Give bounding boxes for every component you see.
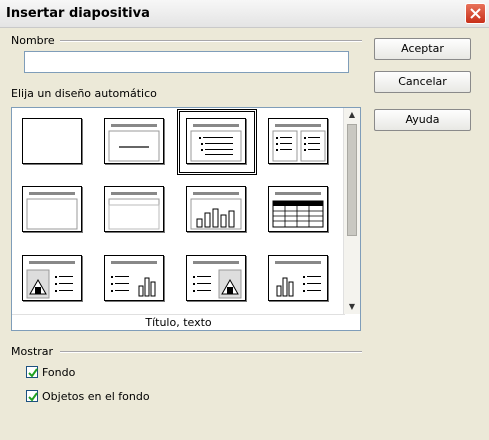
background-objects-checkbox[interactable]: [26, 390, 38, 402]
name-group-label: Nombre: [11, 34, 59, 47]
cancel-button[interactable]: Cancelar: [374, 71, 471, 93]
show-group-label: Mostrar: [11, 345, 58, 358]
scroll-down-arrow-icon[interactable]: ▼: [344, 300, 360, 314]
layout-title-chart-text[interactable]: [268, 255, 328, 301]
layout-title-only-2[interactable]: [22, 186, 82, 232]
layout-caption: Título, texto: [12, 314, 345, 331]
checkmark-icon: [28, 392, 38, 402]
scroll-thumb[interactable]: [347, 124, 357, 236]
gallery-scrollbar[interactable]: ▲ ▼: [343, 108, 360, 314]
background-objects-checkbox-label: Objetos en el fondo: [42, 390, 150, 403]
scroll-up-arrow-icon[interactable]: ▲: [344, 108, 360, 122]
layout-title-clipart-text[interactable]: [22, 255, 82, 301]
background-checkbox-label: Fondo: [42, 366, 76, 379]
accept-button[interactable]: Aceptar: [374, 38, 471, 60]
layout-title-2-text[interactable]: [268, 118, 328, 164]
layout-title-table[interactable]: [268, 186, 328, 232]
layout-title-text-clipart[interactable]: [186, 255, 246, 301]
title-bar: Insertar diapositiva: [0, 0, 489, 28]
layout-title-text-chart[interactable]: [104, 255, 164, 301]
name-group-divider: [60, 40, 362, 42]
name-input[interactable]: [24, 51, 349, 73]
close-icon: [470, 8, 481, 19]
close-button[interactable]: [465, 3, 486, 24]
layout-blank[interactable]: [22, 118, 82, 164]
layout-title-chart[interactable]: [186, 186, 246, 232]
window-title: Insertar diapositiva: [6, 6, 150, 21]
layout-title-content[interactable]: [104, 186, 164, 232]
layout-group-label: Elija un diseño automático: [11, 87, 161, 100]
background-checkbox[interactable]: [26, 366, 38, 378]
layout-title-text[interactable]: [186, 118, 246, 164]
help-button[interactable]: Ayuda: [374, 109, 471, 131]
show-group-divider: [60, 351, 362, 353]
layout-title-only[interactable]: [104, 118, 164, 164]
checkmark-icon: [28, 368, 38, 378]
